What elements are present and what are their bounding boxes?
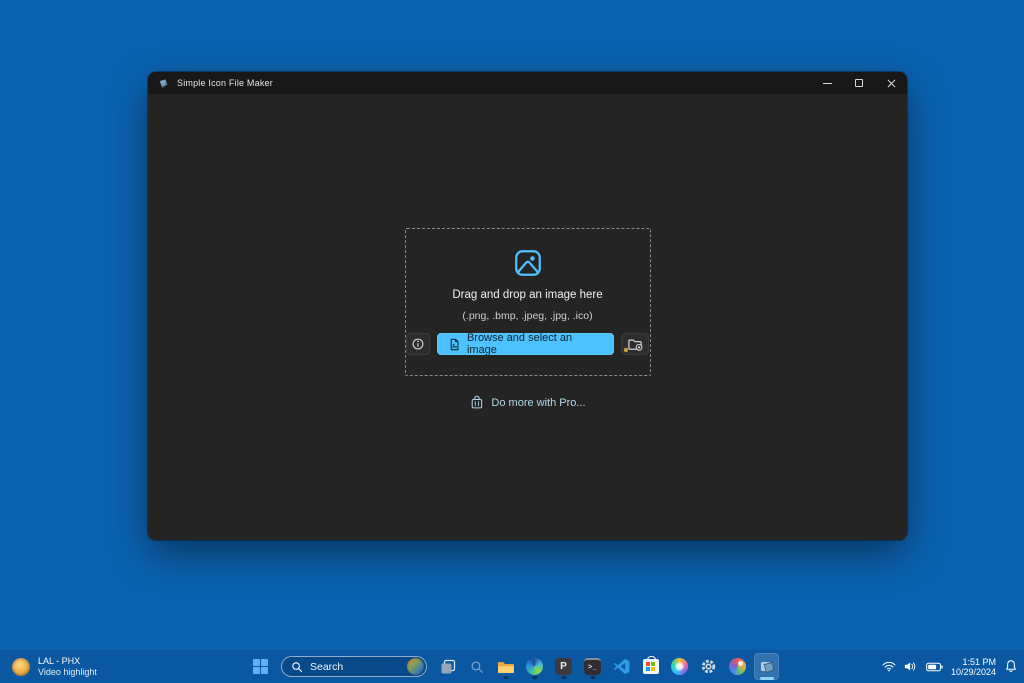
clock-date: 10/29/2024 xyxy=(951,667,996,677)
folder-add-icon xyxy=(627,337,644,352)
p-app-button[interactable]: P xyxy=(551,653,576,680)
system-tray: 1:51 PM 10/29/2024 xyxy=(882,650,1018,683)
taskbar-center: Search P xyxy=(248,650,779,683)
image-icon xyxy=(513,248,543,278)
maximize-button[interactable] xyxy=(843,72,875,94)
simple-icon-file-maker-icon xyxy=(759,659,775,675)
task-view-button[interactable] xyxy=(435,653,460,680)
vscode-button[interactable] xyxy=(609,653,634,680)
titlebar[interactable]: Simple Icon File Maker xyxy=(148,72,907,94)
window-content: Drag and drop an image here (.png, .bmp,… xyxy=(148,94,907,540)
clock-time: 1:51 PM xyxy=(951,657,996,667)
bell-icon xyxy=(1004,659,1018,674)
wifi-icon xyxy=(882,661,896,672)
dropzone-heading: Drag and drop an image here xyxy=(452,289,602,301)
search-label: Search xyxy=(310,661,400,673)
start-button[interactable] xyxy=(248,653,273,680)
settings-gear-icon xyxy=(700,658,717,675)
desktop: { "colors": { "desktop": "#0b63b0", "tas… xyxy=(0,0,1024,683)
pro-upgrade-link[interactable]: Do more with Pro... xyxy=(469,395,585,410)
clock[interactable]: 1:51 PM 10/29/2024 xyxy=(951,657,996,677)
open-folder-button[interactable] xyxy=(621,333,650,355)
windows-logo-icon xyxy=(253,659,268,674)
window-title: Simple Icon File Maker xyxy=(177,78,273,88)
pro-link-label: Do more with Pro... xyxy=(491,397,585,409)
app-window: Simple Icon File Maker Drag and drop an … xyxy=(148,72,907,540)
minimize-button[interactable] xyxy=(811,72,843,94)
caption-buttons xyxy=(811,72,907,94)
search-box[interactable]: Search xyxy=(281,656,427,677)
terminal-icon: >_ xyxy=(584,658,601,675)
taskbar: LAL - PHX Video highlight Search xyxy=(0,650,1024,683)
terminal-button[interactable]: >_ xyxy=(580,653,605,680)
document-browse-icon xyxy=(448,338,461,351)
close-button[interactable] xyxy=(875,72,907,94)
simple-icon-file-maker-button[interactable] xyxy=(754,653,779,680)
browse-button[interactable]: Browse and select an image xyxy=(437,333,614,355)
close-icon xyxy=(887,79,896,88)
volume-icon xyxy=(904,661,918,672)
settings-button[interactable] xyxy=(696,653,721,680)
image-dropzone[interactable]: Drag and drop an image here (.png, .bmp,… xyxy=(405,228,651,376)
dropzone-buttons: Browse and select an image xyxy=(406,333,650,355)
widget-subtitle: Video highlight xyxy=(38,667,97,678)
copilot-icon xyxy=(671,658,688,675)
edge-button[interactable] xyxy=(522,653,547,680)
search-daily-image xyxy=(407,658,424,675)
widget-headline: LAL - PHX xyxy=(38,656,97,667)
task-view-icon xyxy=(440,659,456,675)
widget-text: LAL - PHX Video highlight xyxy=(38,656,97,678)
vscode-icon xyxy=(613,658,630,675)
battery-icon xyxy=(926,662,943,672)
browse-button-label: Browse and select an image xyxy=(467,332,603,356)
minimize-icon xyxy=(823,83,832,84)
active-indicator xyxy=(760,677,774,680)
running-indicator xyxy=(590,676,595,679)
p-app-icon: P xyxy=(555,658,572,675)
paint-palette-icon xyxy=(729,658,746,675)
file-explorer-button[interactable] xyxy=(493,653,518,680)
paint-button[interactable] xyxy=(725,653,750,680)
info-button[interactable] xyxy=(406,333,431,355)
file-explorer-icon xyxy=(497,659,515,675)
search-icon xyxy=(291,661,303,673)
search-secondary-icon xyxy=(470,660,484,674)
shopping-bag-icon xyxy=(469,395,483,410)
info-icon xyxy=(411,337,425,351)
store-icon xyxy=(643,659,659,674)
store-button[interactable] xyxy=(638,653,663,680)
running-indicator xyxy=(561,676,566,679)
running-indicator xyxy=(503,676,508,679)
taskbar-search-button[interactable] xyxy=(464,653,489,680)
dropzone-formats: (.png, .bmp, .jpeg, .jpg, .ico) xyxy=(462,310,592,322)
wifi-button[interactable] xyxy=(882,661,896,672)
folder-badge xyxy=(623,347,628,352)
lakers-logo-icon xyxy=(12,658,30,676)
edge-icon xyxy=(526,658,543,675)
notifications-button[interactable] xyxy=(1004,659,1018,674)
app-icon xyxy=(158,78,169,89)
volume-button[interactable] xyxy=(904,661,918,672)
copilot-button[interactable] xyxy=(667,653,692,680)
running-indicator xyxy=(532,676,537,679)
widgets-button[interactable]: LAL - PHX Video highlight xyxy=(12,650,97,683)
battery-button[interactable] xyxy=(926,662,943,672)
maximize-icon xyxy=(855,79,863,87)
